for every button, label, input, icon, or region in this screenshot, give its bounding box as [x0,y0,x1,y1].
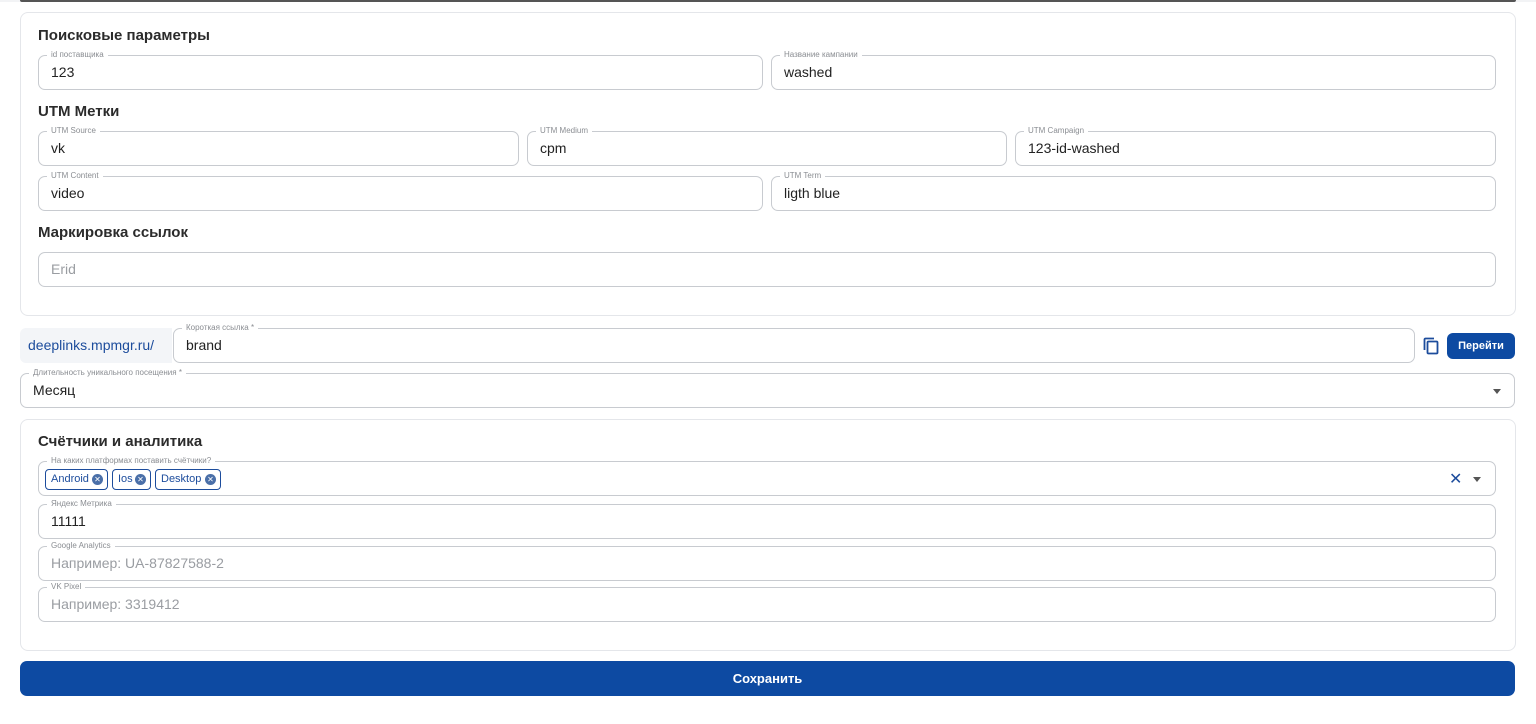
yandex-metrika-field[interactable]: Яндекс Метрика 11111 [38,499,1496,539]
save-button[interactable]: Сохранить [20,661,1515,696]
short-link-value: brand [186,337,222,353]
utm-source-field[interactable]: UTM Source vk [38,126,519,166]
chip-remove-icon[interactable]: ✕ [135,474,146,485]
campaign-name-value: washed [784,64,833,80]
clear-icon[interactable]: ✕ [1449,472,1462,488]
erid-placeholder: Erid [51,261,76,277]
chip-desktop[interactable]: Desktop ✕ [155,469,221,490]
analytics-title: Счётчики и аналитика [38,433,203,450]
platforms-label: На каких платформах поставить счётчики? [47,456,216,466]
chip-android[interactable]: Android ✕ [45,469,108,490]
supplier-id-value: 123 [51,64,75,80]
google-analytics-field[interactable]: Google Analytics Например: UA-87827588-2 [38,541,1496,581]
search-params-title: Поисковые параметры [38,27,210,44]
erid-input[interactable]: Erid [38,252,1496,287]
visit-duration-select[interactable]: Длительность уникального посещения * Мес… [20,368,1515,408]
platforms-multiselect[interactable]: На каких платформах поставить счётчики? … [38,456,1496,496]
google-analytics-placeholder: Например: UA-87827588-2 [51,555,224,571]
campaign-name-field[interactable]: Название кампании washed [771,50,1496,90]
caret-down-icon[interactable] [1473,477,1481,482]
utm-content-field[interactable]: UTM Content video [38,171,763,211]
short-link-domain-prefix: deeplinks.mpmgr.ru/ [20,328,172,363]
visit-duration-value: Месяц [33,382,76,398]
chip-label: Ios [118,473,133,485]
utm-term-value: ligth blue [784,185,841,201]
go-button[interactable]: Перейти [1447,333,1515,359]
utm-medium-field[interactable]: UTM Medium cpm [527,126,1007,166]
chip-ios[interactable]: Ios ✕ [112,469,151,490]
chip-label: Desktop [161,473,202,485]
chip-label: Android [51,473,89,485]
yandex-metrika-value: 11111 [51,513,86,529]
utm-term-field[interactable]: UTM Term ligth blue [771,171,1496,211]
vk-pixel-placeholder: Например: 3319412 [51,596,180,612]
form-page: Поисковые параметры id поставщика 123 На… [0,2,1536,724]
marking-title: Маркировка ссылок [38,224,188,241]
utm-campaign-field[interactable]: UTM Campaign 123-id-washed [1015,126,1496,166]
copy-icon[interactable] [1423,337,1439,355]
supplier-id-field[interactable]: id поставщика 123 [38,50,763,90]
utm-title: UTM Метки [38,103,120,120]
vk-pixel-field[interactable]: VK Pixel Например: 3319412 [38,582,1496,622]
chip-remove-icon[interactable]: ✕ [205,474,216,485]
utm-medium-value: cpm [540,140,567,156]
short-link-input[interactable]: Короткая ссылка * brand [173,323,1415,363]
utm-campaign-value: 123-id-washed [1028,140,1120,156]
utm-source-value: vk [51,140,65,156]
utm-content-value: video [51,185,85,201]
chip-remove-icon[interactable]: ✕ [92,474,103,485]
chevron-down-icon [1493,389,1501,394]
